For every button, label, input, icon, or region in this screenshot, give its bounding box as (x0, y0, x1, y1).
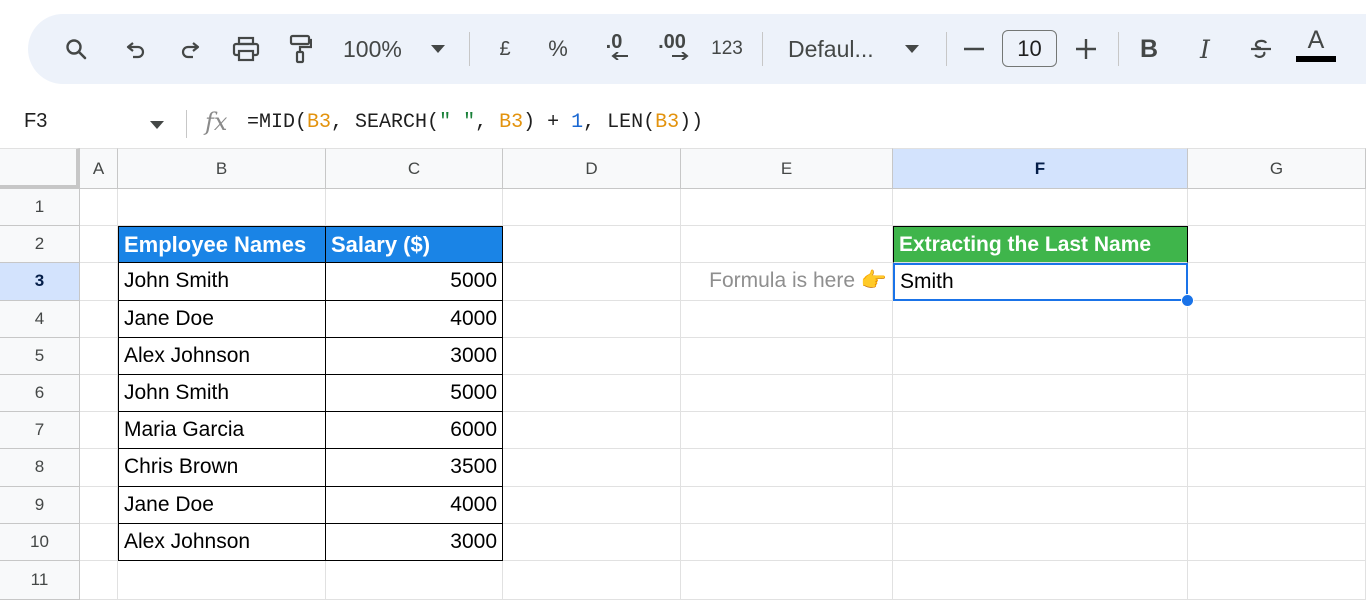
fill-handle[interactable] (1181, 293, 1194, 307)
grid-cell[interactable] (80, 412, 118, 450)
column-header-b[interactable]: B (118, 148, 326, 189)
grid-cell[interactable] (80, 523, 118, 561)
grid-cell[interactable] (118, 189, 326, 227)
row-header-3[interactable]: 3 (0, 263, 80, 301)
grid-cell[interactable] (1188, 561, 1366, 600)
grid-cell[interactable] (503, 412, 681, 450)
salary-cell[interactable]: 6000 (326, 412, 503, 450)
grid-cell[interactable] (80, 561, 118, 600)
spreadsheet-grid: A B C D E F G 1 2 3 4 5 6 7 8 9 10 11 Employee Names Salary… (0, 0, 1366, 600)
grid-cell[interactable] (1188, 337, 1366, 375)
grid-cell[interactable] (681, 226, 893, 264)
grid-cell[interactable] (326, 189, 503, 227)
employee-name-cell[interactable]: John Smith (118, 263, 326, 301)
grid-cell[interactable] (503, 189, 681, 227)
salary-cell[interactable]: 5000 (326, 375, 503, 413)
grid-cell[interactable] (503, 300, 681, 338)
salary-cell[interactable]: 3500 (326, 449, 503, 487)
grid-cell[interactable] (893, 189, 1188, 227)
grid-cell[interactable] (503, 263, 681, 301)
grid-cell[interactable] (893, 375, 1188, 413)
grid-cell[interactable] (80, 449, 118, 487)
grid-cell[interactable] (893, 300, 1188, 338)
grid-cell[interactable] (681, 449, 893, 487)
row-header-11[interactable]: 11 (0, 561, 80, 600)
grid-cell[interactable] (893, 337, 1188, 375)
grid-cell[interactable] (681, 300, 893, 338)
column-header-g[interactable]: G (1188, 148, 1366, 189)
grid-cell[interactable] (503, 337, 681, 375)
row-header-1[interactable]: 1 (0, 189, 80, 227)
grid-cell[interactable] (1188, 189, 1366, 227)
row-header-6[interactable]: 6 (0, 375, 80, 413)
employee-name-cell[interactable]: Alex Johnson (118, 337, 326, 375)
salary-cell[interactable]: 4000 (326, 486, 503, 524)
grid-cell[interactable] (503, 523, 681, 561)
grid-cell[interactable] (1188, 226, 1366, 264)
column-header-f[interactable]: F (893, 148, 1188, 189)
grid-cell[interactable] (503, 449, 681, 487)
grid-cell[interactable] (681, 189, 893, 227)
grid-cell[interactable] (893, 449, 1188, 487)
grid-cell[interactable] (80, 226, 118, 264)
grid-cell[interactable] (503, 486, 681, 524)
row-header-2[interactable]: 2 (0, 226, 80, 264)
grid-cell[interactable] (893, 412, 1188, 450)
result-header[interactable]: Extracting the Last Name (893, 226, 1188, 264)
row-header-5[interactable]: 5 (0, 337, 80, 375)
active-cell-f3[interactable]: Smith (893, 263, 1188, 301)
salary-cell[interactable]: 4000 (326, 300, 503, 338)
salary-cell[interactable]: 3000 (326, 523, 503, 561)
table-header-name[interactable]: Employee Names (118, 226, 326, 264)
salary-cell[interactable]: 3000 (326, 337, 503, 375)
select-all-corner[interactable] (0, 148, 80, 189)
grid-cell[interactable] (681, 486, 893, 524)
column-header-d[interactable]: D (503, 148, 681, 189)
grid-cell[interactable] (503, 561, 681, 600)
row-header-10[interactable]: 10 (0, 523, 80, 561)
column-header-e[interactable]: E (681, 148, 893, 189)
formula-note[interactable]: Formula is here 👉 (681, 263, 893, 301)
row-header-8[interactable]: 8 (0, 449, 80, 487)
column-header-c[interactable]: C (326, 148, 503, 189)
grid-cell[interactable] (681, 523, 893, 561)
employee-name-cell[interactable]: Jane Doe (118, 486, 326, 524)
grid-cell[interactable] (1188, 375, 1366, 413)
row-header-9[interactable]: 9 (0, 486, 80, 524)
employee-name-cell[interactable]: Maria Garcia (118, 412, 326, 450)
grid-cell[interactable] (893, 523, 1188, 561)
table-header-salary[interactable]: Salary ($) (326, 226, 503, 264)
employee-name-cell[interactable]: Alex Johnson (118, 523, 326, 561)
grid-cell[interactable] (681, 337, 893, 375)
grid-cell[interactable] (503, 375, 681, 413)
grid-cell[interactable] (681, 375, 893, 413)
employee-name-cell[interactable]: John Smith (118, 375, 326, 413)
salary-cell[interactable]: 5000 (326, 263, 503, 301)
grid-cell[interactable] (1188, 486, 1366, 524)
grid-cell[interactable] (118, 561, 326, 600)
grid-cell[interactable] (893, 486, 1188, 524)
row-header-4[interactable]: 4 (0, 300, 80, 338)
grid-cell[interactable] (80, 263, 118, 301)
row-header-7[interactable]: 7 (0, 412, 80, 450)
grid-cell[interactable] (1188, 300, 1366, 338)
grid-cell[interactable] (1188, 523, 1366, 561)
employee-name-cell[interactable]: Jane Doe (118, 300, 326, 338)
grid-cell[interactable] (1188, 449, 1366, 487)
grid-cell[interactable] (80, 375, 118, 413)
grid-cell[interactable] (681, 561, 893, 600)
grid-cell[interactable] (80, 486, 118, 524)
grid-cell[interactable] (80, 189, 118, 227)
grid-cell[interactable] (80, 300, 118, 338)
grid-cell[interactable] (80, 337, 118, 375)
grid-cell[interactable] (681, 412, 893, 450)
grid-cell[interactable] (893, 561, 1188, 600)
grid-cell[interactable] (326, 561, 503, 600)
grid-cell[interactable] (503, 226, 681, 264)
employee-name-cell[interactable]: Chris Brown (118, 449, 326, 487)
grid-cell[interactable] (1188, 412, 1366, 450)
column-header-a[interactable]: A (80, 148, 118, 189)
grid-cell[interactable] (1188, 263, 1366, 301)
